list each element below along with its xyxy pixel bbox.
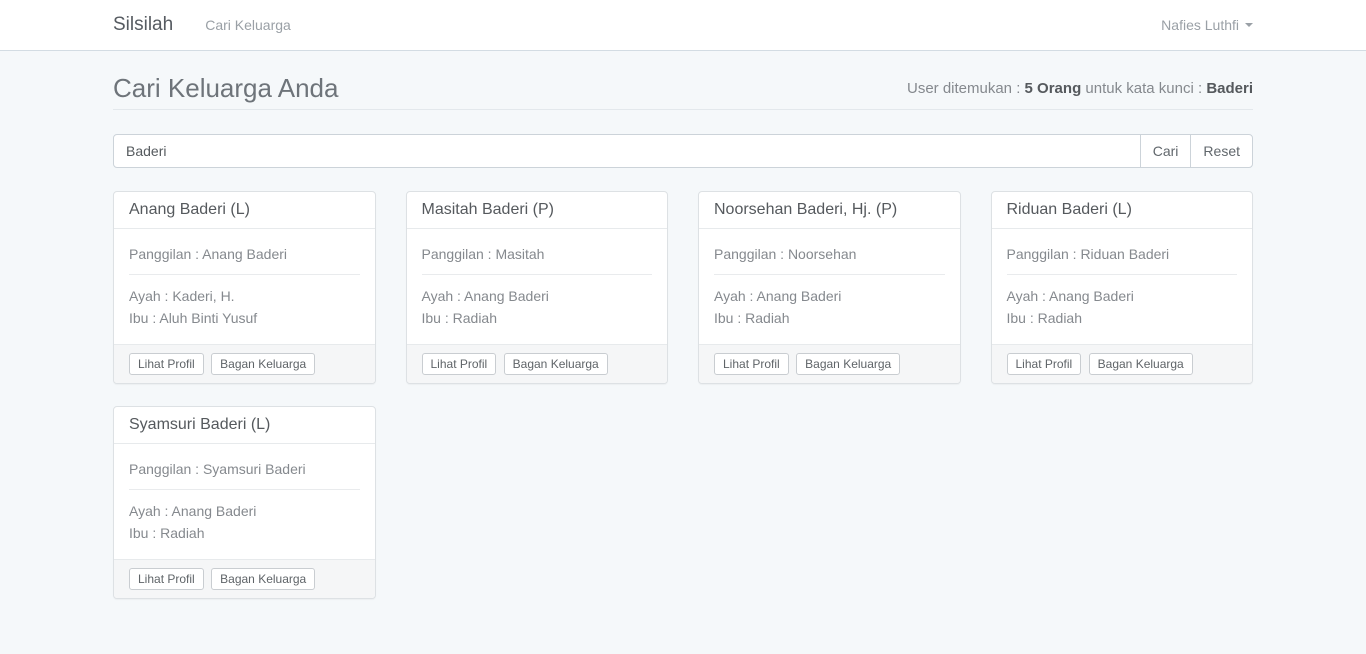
search-result-summary: User ditemukan : 5 Orang untuk kata kunc… xyxy=(907,80,1253,97)
user-name: Nafies Luthfi xyxy=(1161,17,1239,33)
navbar: Silsilah Cari Keluarga Nafies Luthfi xyxy=(0,0,1366,51)
caret-down-icon xyxy=(1245,23,1253,27)
view-profile-button[interactable]: Lihat Profil xyxy=(129,568,204,590)
person-card: Syamsuri Baderi (L) Panggilan : Syamsuri… xyxy=(113,406,376,599)
person-name: Noorsehan Baderi, Hj. (P) xyxy=(714,201,897,218)
card-header: Riduan Baderi (L) xyxy=(992,192,1253,229)
person-name: Riduan Baderi (L) xyxy=(1007,201,1132,218)
nav-link-cari-keluarga[interactable]: Cari Keluarga xyxy=(205,17,291,33)
person-mother: Ibu : Radiah xyxy=(714,307,945,329)
person-nickname: Panggilan : Anang Baderi xyxy=(129,244,360,264)
search-form: Cari Reset xyxy=(113,134,1253,168)
view-profile-button[interactable]: Lihat Profil xyxy=(714,353,789,375)
person-name: Anang Baderi (L) xyxy=(129,201,250,218)
search-input[interactable] xyxy=(113,134,1141,168)
summary-keyword: Baderi xyxy=(1206,80,1253,97)
person-nickname: Panggilan : Masitah xyxy=(422,244,653,264)
person-mother: Ibu : Radiah xyxy=(1007,307,1238,329)
brand-silsilah[interactable]: Silsilah xyxy=(113,14,173,36)
view-profile-button[interactable]: Lihat Profil xyxy=(1007,353,1082,375)
summary-middle: untuk kata kunci : xyxy=(1085,80,1202,97)
page-title: Cari Keluarga Anda xyxy=(113,71,338,105)
card-header: Masitah Baderi (P) xyxy=(407,192,668,229)
person-nickname: Panggilan : Syamsuri Baderi xyxy=(129,459,360,479)
search-reset-button[interactable]: Reset xyxy=(1190,134,1253,168)
divider xyxy=(129,274,360,275)
divider xyxy=(129,489,360,490)
family-chart-button[interactable]: Bagan Keluarga xyxy=(504,353,608,375)
family-chart-button[interactable]: Bagan Keluarga xyxy=(796,353,900,375)
card-footer: Lihat Profil Bagan Keluarga xyxy=(992,344,1253,383)
card-body: Panggilan : Syamsuri Baderi Ayah : Anang… xyxy=(114,444,375,559)
person-nickname: Panggilan : Noorsehan xyxy=(714,244,945,264)
view-profile-button[interactable]: Lihat Profil xyxy=(129,353,204,375)
card-footer: Lihat Profil Bagan Keluarga xyxy=(114,344,375,383)
results-grid: Anang Baderi (L) Panggilan : Anang Bader… xyxy=(113,191,1253,599)
person-mother: Ibu : Aluh Binti Yusuf xyxy=(129,307,360,329)
search-submit-button[interactable]: Cari xyxy=(1140,134,1192,168)
person-father: Ayah : Anang Baderi xyxy=(129,500,360,522)
person-card: Noorsehan Baderi, Hj. (P) Panggilan : No… xyxy=(698,191,961,384)
person-nickname: Panggilan : Riduan Baderi xyxy=(1007,244,1238,264)
person-card: Anang Baderi (L) Panggilan : Anang Bader… xyxy=(113,191,376,384)
person-card: Riduan Baderi (L) Panggilan : Riduan Bad… xyxy=(991,191,1254,384)
person-father: Ayah : Anang Baderi xyxy=(714,285,945,307)
family-chart-button[interactable]: Bagan Keluarga xyxy=(1089,353,1193,375)
card-body: Panggilan : Masitah Ayah : Anang Baderi … xyxy=(407,229,668,344)
view-profile-button[interactable]: Lihat Profil xyxy=(422,353,497,375)
divider xyxy=(714,274,945,275)
card-header: Anang Baderi (L) xyxy=(114,192,375,229)
person-father: Ayah : Anang Baderi xyxy=(1007,285,1238,307)
family-chart-button[interactable]: Bagan Keluarga xyxy=(211,568,315,590)
card-header: Syamsuri Baderi (L) xyxy=(114,407,375,444)
person-father: Ayah : Anang Baderi xyxy=(422,285,653,307)
user-dropdown-toggle[interactable]: Nafies Luthfi xyxy=(1161,17,1253,33)
person-father: Ayah : Kaderi, H. xyxy=(129,285,360,307)
card-body: Panggilan : Anang Baderi Ayah : Kaderi, … xyxy=(114,229,375,344)
card-body: Panggilan : Riduan Baderi Ayah : Anang B… xyxy=(992,229,1253,344)
summary-count: 5 Orang xyxy=(1025,80,1082,97)
summary-prefix: User ditemukan : xyxy=(907,80,1020,97)
divider xyxy=(1007,274,1238,275)
card-header: Noorsehan Baderi, Hj. (P) xyxy=(699,192,960,229)
card-footer: Lihat Profil Bagan Keluarga xyxy=(699,344,960,383)
card-footer: Lihat Profil Bagan Keluarga xyxy=(114,559,375,598)
page-header: Cari Keluarga Anda User ditemukan : 5 Or… xyxy=(113,71,1253,110)
person-name: Masitah Baderi (P) xyxy=(422,201,555,218)
person-name: Syamsuri Baderi (L) xyxy=(129,416,270,433)
card-footer: Lihat Profil Bagan Keluarga xyxy=(407,344,668,383)
family-chart-button[interactable]: Bagan Keluarga xyxy=(211,353,315,375)
person-card: Masitah Baderi (P) Panggilan : Masitah A… xyxy=(406,191,669,384)
card-body: Panggilan : Noorsehan Ayah : Anang Bader… xyxy=(699,229,960,344)
divider xyxy=(422,274,653,275)
person-mother: Ibu : Radiah xyxy=(129,522,360,544)
person-mother: Ibu : Radiah xyxy=(422,307,653,329)
main-content: Cari Keluarga Anda User ditemukan : 5 Or… xyxy=(98,71,1268,599)
